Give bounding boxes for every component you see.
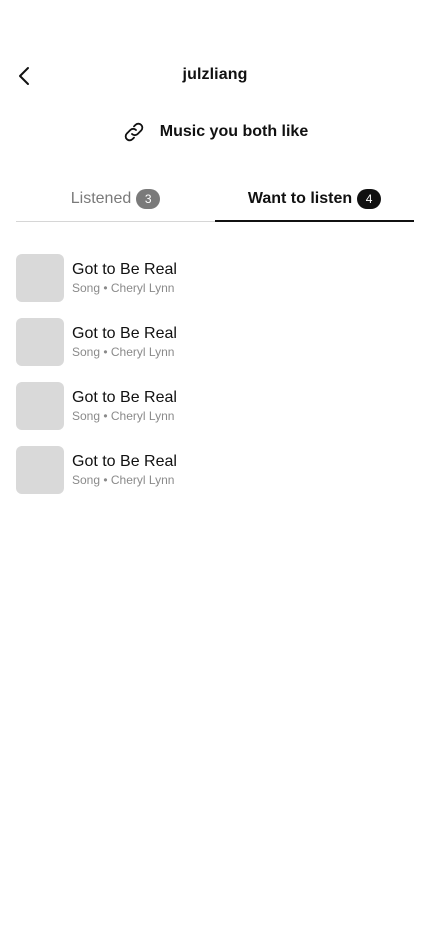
list-item[interactable]: Got to Be Real Song • Cheryl Lynn bbox=[16, 318, 414, 366]
song-subtitle: Song • Cheryl Lynn bbox=[72, 281, 175, 295]
tab-want-to-listen-count-badge: 4 bbox=[357, 188, 382, 209]
song-list: Got to Be Real Song • Cheryl Lynn Got to… bbox=[16, 254, 414, 510]
album-artwork bbox=[16, 318, 64, 366]
item-text: Got to Be Real Song • Cheryl Lynn bbox=[72, 388, 177, 424]
page-title: julzliang bbox=[182, 66, 248, 83]
song-title: Got to Be Real bbox=[72, 325, 177, 342]
album-artwork bbox=[16, 446, 64, 494]
song-title: Got to Be Real bbox=[72, 453, 177, 470]
shared-music-link[interactable]: Music you both like bbox=[0, 118, 430, 146]
shared-music-label: Music you both like bbox=[159, 123, 309, 140]
back-button[interactable] bbox=[10, 62, 38, 90]
album-artwork bbox=[16, 382, 64, 430]
song-subtitle: Song • Cheryl Lynn bbox=[72, 345, 175, 359]
tab-listened[interactable]: Listened 3 bbox=[16, 178, 215, 221]
screen: julzliang Music you both like Listened 3… bbox=[0, 0, 430, 932]
item-text: Got to Be Real Song • Cheryl Lynn bbox=[72, 324, 177, 360]
song-subtitle: Song • Cheryl Lynn bbox=[72, 409, 175, 423]
chevron-left-icon bbox=[19, 67, 29, 85]
song-title: Got to Be Real bbox=[72, 261, 177, 278]
item-text: Got to Be Real Song • Cheryl Lynn bbox=[72, 452, 177, 488]
list-item[interactable]: Got to Be Real Song • Cheryl Lynn bbox=[16, 382, 414, 430]
tab-want-to-listen[interactable]: Want to listen 4 bbox=[215, 178, 414, 222]
list-item[interactable]: Got to Be Real Song • Cheryl Lynn bbox=[16, 446, 414, 494]
list-item[interactable]: Got to Be Real Song • Cheryl Lynn bbox=[16, 254, 414, 302]
song-title: Got to Be Real bbox=[72, 389, 177, 406]
tab-listened-count-badge: 3 bbox=[136, 188, 161, 209]
tab-want-to-listen-label: Want to listen bbox=[247, 189, 353, 207]
song-subtitle: Song • Cheryl Lynn bbox=[72, 473, 175, 487]
header: julzliang bbox=[0, 56, 430, 96]
tab-listened-label: Listened bbox=[70, 189, 132, 207]
album-artwork bbox=[16, 254, 64, 302]
item-text: Got to Be Real Song • Cheryl Lynn bbox=[72, 260, 177, 296]
tab-bar: Listened 3 Want to listen 4 bbox=[16, 178, 414, 222]
link-icon bbox=[122, 120, 146, 144]
